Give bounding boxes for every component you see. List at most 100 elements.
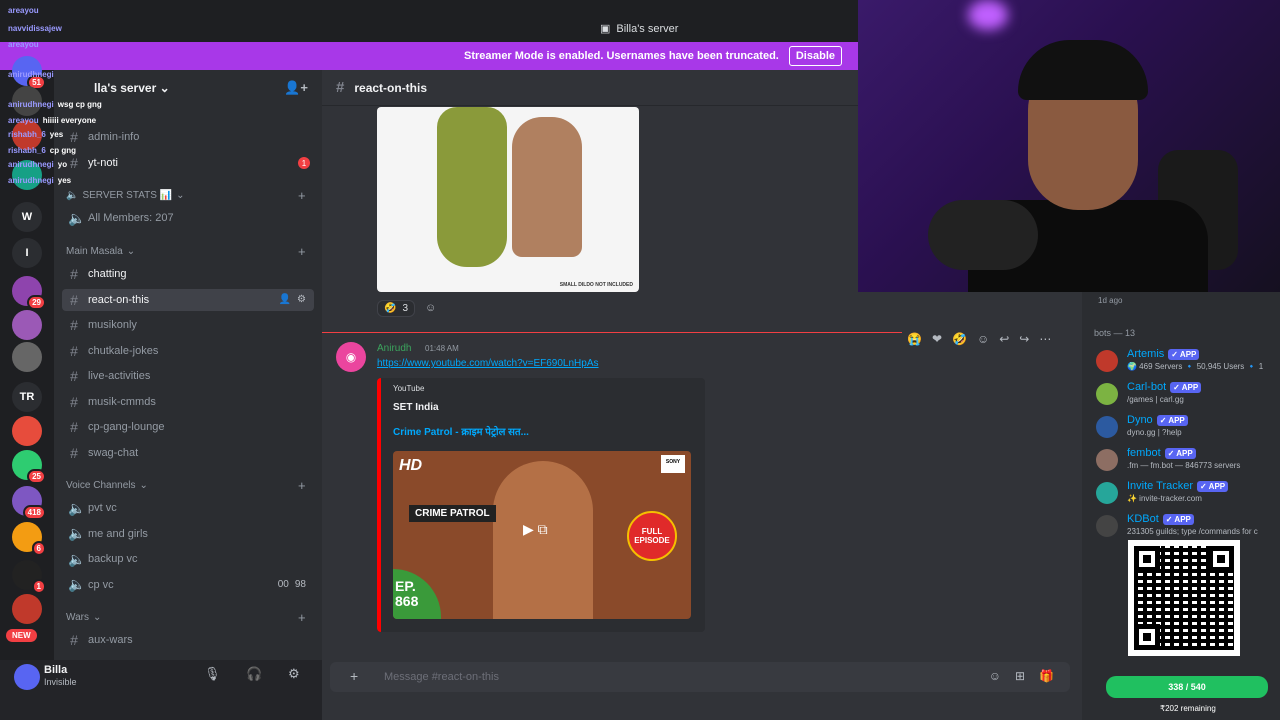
overlay-message: hiiiii everyone — [42, 116, 97, 125]
overlay-username: anirudhnegi — [8, 100, 54, 109]
member-status: ✨ invite-tracker.com — [1127, 494, 1202, 503]
voice-channel-me-and-girls[interactable]: 🔈 me and girls — [62, 523, 314, 545]
channel-chutkale-jokes[interactable]: # chutkale-jokes — [62, 340, 314, 362]
invite-icon[interactable]: 👤 — [279, 294, 291, 305]
attached-image[interactable]: SMALL DILDO NOT INCLUDED — [377, 107, 639, 292]
rofl-emoji-icon: 🤣 — [384, 303, 397, 314]
embed-title[interactable]: Crime Patrol - क्राइम पेट्रोल सत... — [393, 424, 529, 438]
add-attachment-icon[interactable]: + — [350, 668, 358, 684]
channel-label: cp vc — [88, 578, 114, 591]
server-icon[interactable]: 25 — [12, 450, 46, 484]
channel-all-members[interactable]: 🔈 All Members: 207 — [62, 207, 314, 229]
channel-cp-gang-lounge[interactable]: # cp-gang-lounge — [62, 416, 314, 438]
voice-channel-cp-vc[interactable]: 🔈 cp vc 00 98 — [62, 574, 314, 596]
member-item[interactable]: Artemis ✓ APP 🌍 469 Servers 🔹 50,945 Users… — [1094, 348, 1278, 378]
chevron-down-icon: ⌄ — [176, 190, 185, 201]
server-icon[interactable] — [12, 416, 42, 446]
author-avatar[interactable]: ◉ — [336, 342, 366, 372]
channel-label: pvt vc — [88, 502, 117, 514]
server-icon[interactable]: W — [12, 202, 42, 232]
member-name-row: Artemis ✓ APP — [1127, 348, 1200, 360]
reply-icon[interactable]: ↩ — [999, 332, 1009, 346]
overlay-username: rishabh_6 — [8, 130, 46, 139]
voice-channel-pvt-vc[interactable]: 🔈 pvt vc — [62, 497, 314, 519]
hash-icon: # — [336, 79, 345, 96]
server-icon[interactable]: 29 — [12, 276, 46, 310]
qr-finder — [1134, 546, 1160, 572]
video-thumbnail[interactable]: HD CRIME PATROL SONY FULL EPISODE EP. 86… — [393, 451, 691, 619]
category-voice-channels[interactable]: Voice Channels ⌄ + — [66, 478, 306, 493]
add-reaction-icon[interactable]: ☺ — [977, 332, 989, 346]
settings-gear-icon[interactable]: ⚙ — [288, 666, 300, 682]
reaction-pill[interactable]: 🤣 3 — [377, 300, 416, 317]
channel-swag-chat[interactable]: # swag-chat — [62, 442, 314, 464]
disable-button[interactable]: Disable — [788, 46, 842, 66]
channel-musikonly[interactable]: # musikonly — [62, 314, 314, 336]
headphones-icon[interactable]: 🎧 — [246, 666, 262, 682]
member-item[interactable]: KDBot ✓ APP 231305 guilds; type /commands … — [1094, 513, 1278, 543]
chevron-down-icon: ⌄ — [92, 612, 102, 623]
member-item[interactable]: Dyno ✓ APP dyno.gg | ?help — [1094, 414, 1278, 444]
more-icon[interactable]: ⋯ — [1039, 332, 1051, 346]
server-icon[interactable]: 418 — [12, 486, 46, 520]
notification-badge: 418 — [22, 505, 46, 520]
embed-author[interactable]: SET India — [393, 402, 439, 413]
channel-chatting[interactable]: # chatting — [62, 263, 314, 285]
rofl-emoji-icon[interactable]: 🤣 — [952, 332, 967, 346]
member-name-row: fembot ✓ APP — [1127, 447, 1196, 459]
server-icon[interactable]: I — [12, 238, 42, 268]
channel-musik-cmmds[interactable]: # musik-cmmds — [62, 391, 314, 413]
server-icon[interactable] — [12, 310, 42, 340]
emoji-icon[interactable]: ☺ — [989, 669, 1001, 683]
heart-emoji-icon[interactable]: ❤ — [932, 332, 942, 346]
channel-live-activities[interactable]: # live-activities — [62, 365, 314, 387]
channel-logo: SONY — [661, 455, 685, 473]
channel-aux-wars[interactable]: # aux-wars — [62, 629, 314, 651]
message-author[interactable]: Anirudh — [377, 343, 411, 354]
overlay-chat-line: anirudhnegi — [8, 70, 58, 79]
category-server-stats[interactable]: 🔈 SERVER STATS 📊 ⌄ + — [66, 188, 306, 203]
settings-gear-icon[interactable]: ⚙ — [297, 294, 306, 305]
thumbnail-person — [493, 461, 593, 619]
member-item[interactable]: Invite Tracker ✓ APP ✨ invite-tracker.com — [1094, 480, 1278, 510]
server-icon[interactable] — [12, 594, 42, 624]
play-icon[interactable]: ▶ ⧉ — [523, 521, 548, 538]
user-avatar[interactable] — [14, 664, 40, 690]
webcam-overlay — [858, 0, 1280, 292]
server-icon[interactable] — [12, 342, 42, 372]
member-name: KDBot — [1127, 513, 1159, 525]
message-input[interactable]: + Message #react-on-this ☺ ⊞ 🎁 — [330, 662, 1070, 692]
microphone-icon[interactable]: 🎙 — [204, 666, 221, 682]
channel-react-on-this[interactable]: # react-on-this 👤 ⚙ — [62, 288, 314, 311]
member-status: dyno.gg | ?help — [1127, 428, 1182, 437]
forward-icon[interactable]: ↪ — [1019, 332, 1029, 346]
server-icon[interactable]: TR — [12, 382, 42, 412]
cry-emoji-icon[interactable]: 😭 — [907, 332, 922, 346]
invite-icon[interactable]: 👤+ — [284, 80, 308, 96]
server-icon[interactable]: 1 — [12, 560, 46, 594]
gift-icon[interactable]: 🎁 — [1039, 669, 1054, 683]
add-channel-icon[interactable]: + — [298, 478, 306, 493]
hash-icon: # — [70, 419, 78, 435]
add-reaction-icon[interactable]: ☺ — [425, 302, 436, 314]
activity-time: 1d ago — [1098, 296, 1123, 305]
voice-channel-backup-vc[interactable]: 🔈 backup vc — [62, 548, 314, 570]
category-main-masala[interactable]: Main Masala ⌄ + — [66, 244, 306, 259]
channel-label: chutkale-jokes — [88, 344, 159, 357]
add-channel-icon[interactable]: + — [298, 188, 306, 203]
member-item[interactable]: Carl-bot ✓ APP/games | carl.gg — [1094, 381, 1278, 411]
user-status: Invisible — [44, 677, 77, 687]
member-item[interactable]: fembot ✓ APP .fm — fm.bot — 846773 servers — [1094, 447, 1278, 477]
add-channel-icon[interactable]: + — [298, 610, 306, 625]
full-episode-badge: FULL EPISODE — [627, 511, 677, 561]
speaker-icon: 🔈 — [68, 525, 86, 541]
message-link[interactable]: https://www.youtube.com/watch?v=EF690LnH… — [377, 358, 599, 369]
hash-icon: # — [70, 444, 78, 461]
add-channel-icon[interactable]: + — [298, 244, 306, 259]
overlay-username: navvidissajew — [8, 24, 62, 33]
overlay-username: areayou — [8, 6, 39, 15]
category-wars[interactable]: Wars ⌄ + — [66, 610, 306, 625]
apps-icon[interactable]: ⊞ — [1015, 669, 1025, 683]
speaker-icon: 🔈 — [68, 499, 86, 516]
server-icon[interactable]: 6 — [12, 522, 46, 556]
